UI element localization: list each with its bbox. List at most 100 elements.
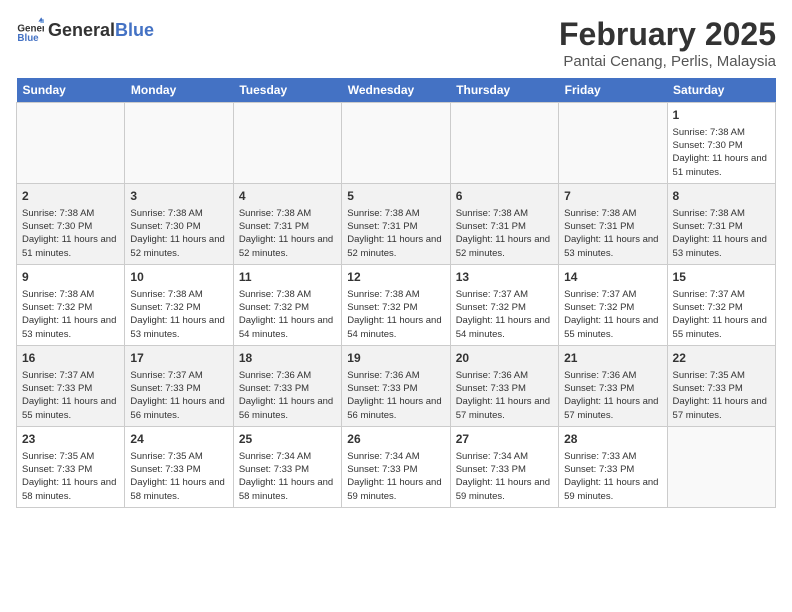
day-number: 2 [22, 188, 119, 205]
day-info: Sunrise: 7:38 AMSunset: 7:30 PMDaylight:… [22, 207, 119, 260]
weekday-header-monday: Monday [125, 78, 233, 103]
day-number: 11 [239, 269, 336, 286]
calendar-cell [125, 103, 233, 184]
day-number: 6 [456, 188, 553, 205]
day-info: Sunrise: 7:38 AMSunset: 7:31 PMDaylight:… [239, 207, 336, 260]
day-number: 10 [130, 269, 227, 286]
calendar-cell: 19 Sunrise: 7:36 AMSunset: 7:33 PMDayligh… [342, 345, 450, 426]
calendar-cell: 23Sunrise: 7:35 AMSunset: 7:33 PMDayligh… [17, 426, 125, 507]
week-row-2: 2 Sunrise: 7:38 AMSunset: 7:30 PMDaylight… [17, 183, 776, 264]
calendar-cell: 7 Sunrise: 7:38 AMSunset: 7:31 PMDaylight… [559, 183, 667, 264]
calendar-cell: 20 Sunrise: 7:36 AMSunset: 7:33 PMDayligh… [450, 345, 558, 426]
day-number: 20 [456, 350, 553, 367]
calendar-cell: 26 Sunrise: 7:34 AMSunset: 7:33 PMDayligh… [342, 426, 450, 507]
day-number: 3 [130, 188, 227, 205]
day-number: 17 [130, 350, 227, 367]
week-row-1: 1 Sunrise: 7:38 AMSunset: 7:30 PMDaylight… [17, 103, 776, 184]
day-number: 4 [239, 188, 336, 205]
day-info: Sunrise: 7:38 AMSunset: 7:32 PMDaylight:… [22, 288, 119, 341]
day-number: 1 [673, 107, 770, 124]
day-info: Sunrise: 7:36 AMSunset: 7:33 PMDaylight:… [456, 369, 553, 422]
day-number: 23 [22, 431, 119, 448]
calendar-cell: 1 Sunrise: 7:38 AMSunset: 7:30 PMDaylight… [667, 103, 775, 184]
calendar-cell: 22 Sunrise: 7:35 AMSunset: 7:33 PMDayligh… [667, 345, 775, 426]
weekday-header-saturday: Saturday [667, 78, 775, 103]
calendar-cell: 6 Sunrise: 7:38 AMSunset: 7:31 PMDaylight… [450, 183, 558, 264]
day-number: 16 [22, 350, 119, 367]
calendar-cell: 10 Sunrise: 7:38 AMSunset: 7:32 PMDayligh… [125, 264, 233, 345]
day-info: Sunrise: 7:38 AMSunset: 7:32 PMDaylight:… [239, 288, 336, 341]
day-info: Sunrise: 7:36 AMSunset: 7:33 PMDaylight:… [239, 369, 336, 422]
day-info: Sunrise: 7:37 AMSunset: 7:33 PMDaylight:… [130, 369, 227, 422]
day-info: Sunrise: 7:38 AMSunset: 7:31 PMDaylight:… [673, 207, 770, 260]
day-info: Sunrise: 7:38 AMSunset: 7:31 PMDaylight:… [347, 207, 444, 260]
day-number: 26 [347, 431, 444, 448]
day-number: 25 [239, 431, 336, 448]
calendar-cell: 21 Sunrise: 7:36 AMSunset: 7:33 PMDayligh… [559, 345, 667, 426]
day-number: 27 [456, 431, 553, 448]
day-info: Sunrise: 7:34 AMSunset: 7:33 PMDaylight:… [456, 450, 553, 503]
day-info: Sunrise: 7:37 AMSunset: 7:32 PMDaylight:… [564, 288, 661, 341]
day-info: Sunrise: 7:33 AMSunset: 7:33 PMDaylight:… [564, 450, 661, 503]
day-info: Sunrise: 7:38 AMSunset: 7:31 PMDaylight:… [456, 207, 553, 260]
calendar-cell: 25 Sunrise: 7:34 AMSunset: 7:33 PMDayligh… [233, 426, 341, 507]
day-number: 28 [564, 431, 661, 448]
day-number: 15 [673, 269, 770, 286]
day-number: 13 [456, 269, 553, 286]
day-info: Sunrise: 7:34 AMSunset: 7:33 PMDaylight:… [347, 450, 444, 503]
calendar-cell: 14 Sunrise: 7:37 AMSunset: 7:32 PMDayligh… [559, 264, 667, 345]
calendar-cell: 18 Sunrise: 7:36 AMSunset: 7:33 PMDayligh… [233, 345, 341, 426]
day-info: Sunrise: 7:34 AMSunset: 7:33 PMDaylight:… [239, 450, 336, 503]
calendar-table: SundayMondayTuesdayWednesdayThursdayFrid… [16, 78, 776, 508]
day-number: 24 [130, 431, 227, 448]
day-number: 21 [564, 350, 661, 367]
day-number: 7 [564, 188, 661, 205]
week-row-5: 23 Sunrise: 7:35 AMSunset: 7:33 PMDayligh… [17, 426, 776, 507]
calendar-cell: 2 Sunrise: 7:38 AMSunset: 7:30 PMDaylight… [17, 183, 125, 264]
calendar-cell: 5Sunrise: 7:38 AMSunset: 7:31 PMDaylight… [342, 183, 450, 264]
day-info: Sunrise: 7:37 AMSunset: 7:32 PMDaylight:… [456, 288, 553, 341]
day-info: Sunrise: 7:35 AMSunset: 7:33 PMDaylight:… [673, 369, 770, 422]
day-number: 19 [347, 350, 444, 367]
logo-blue-text: Blue [115, 20, 154, 41]
day-number: 12 [347, 269, 444, 286]
calendar-cell [342, 103, 450, 184]
calendar-cell: 28 Sunrise: 7:33 AMSunset: 7:33 PMDayligh… [559, 426, 667, 507]
logo-general-text: General [48, 20, 115, 41]
weekday-header-tuesday: Tuesday [233, 78, 341, 103]
calendar-cell [450, 103, 558, 184]
day-number: 22 [673, 350, 770, 367]
calendar-cell [667, 426, 775, 507]
calendar-cell [559, 103, 667, 184]
day-info: Sunrise: 7:38 AMSunset: 7:32 PMDaylight:… [347, 288, 444, 341]
week-row-3: 9Sunrise: 7:38 AMSunset: 7:32 PMDaylight… [17, 264, 776, 345]
calendar-title: February 2025 [559, 16, 776, 53]
day-number: 18 [239, 350, 336, 367]
calendar-cell: 24 Sunrise: 7:35 AMSunset: 7:33 PMDayligh… [125, 426, 233, 507]
day-info: Sunrise: 7:36 AMSunset: 7:33 PMDaylight:… [347, 369, 444, 422]
logo-icon: General Blue [16, 16, 44, 44]
weekday-header-friday: Friday [559, 78, 667, 103]
day-number: 14 [564, 269, 661, 286]
calendar-cell: 12 Sunrise: 7:38 AMSunset: 7:32 PMDayligh… [342, 264, 450, 345]
day-number: 8 [673, 188, 770, 205]
day-info: Sunrise: 7:38 AMSunset: 7:31 PMDaylight:… [564, 207, 661, 260]
weekday-header-row: SundayMondayTuesdayWednesdayThursdayFrid… [17, 78, 776, 103]
day-info: Sunrise: 7:36 AMSunset: 7:33 PMDaylight:… [564, 369, 661, 422]
calendar-cell: 4 Sunrise: 7:38 AMSunset: 7:31 PMDaylight… [233, 183, 341, 264]
weekday-header-sunday: Sunday [17, 78, 125, 103]
weekday-header-thursday: Thursday [450, 78, 558, 103]
calendar-cell [17, 103, 125, 184]
calendar-cell: 11 Sunrise: 7:38 AMSunset: 7:32 PMDayligh… [233, 264, 341, 345]
calendar-cell: 15 Sunrise: 7:37 AMSunset: 7:32 PMDayligh… [667, 264, 775, 345]
svg-text:Blue: Blue [17, 33, 39, 44]
day-info: Sunrise: 7:37 AMSunset: 7:32 PMDaylight:… [673, 288, 770, 341]
day-info: Sunrise: 7:38 AMSunset: 7:32 PMDaylight:… [130, 288, 227, 341]
calendar-cell: 9Sunrise: 7:38 AMSunset: 7:32 PMDaylight… [17, 264, 125, 345]
day-info: Sunrise: 7:38 AMSunset: 7:30 PMDaylight:… [130, 207, 227, 260]
title-area: February 2025 Pantai Cenang, Perlis, Mal… [559, 16, 776, 70]
calendar-cell: 3 Sunrise: 7:38 AMSunset: 7:30 PMDaylight… [125, 183, 233, 264]
day-info: Sunrise: 7:38 AMSunset: 7:30 PMDaylight:… [673, 126, 770, 179]
week-row-4: 16 Sunrise: 7:37 AMSunset: 7:33 PMDayligh… [17, 345, 776, 426]
day-info: Sunrise: 7:35 AMSunset: 7:33 PMDaylight:… [130, 450, 227, 503]
